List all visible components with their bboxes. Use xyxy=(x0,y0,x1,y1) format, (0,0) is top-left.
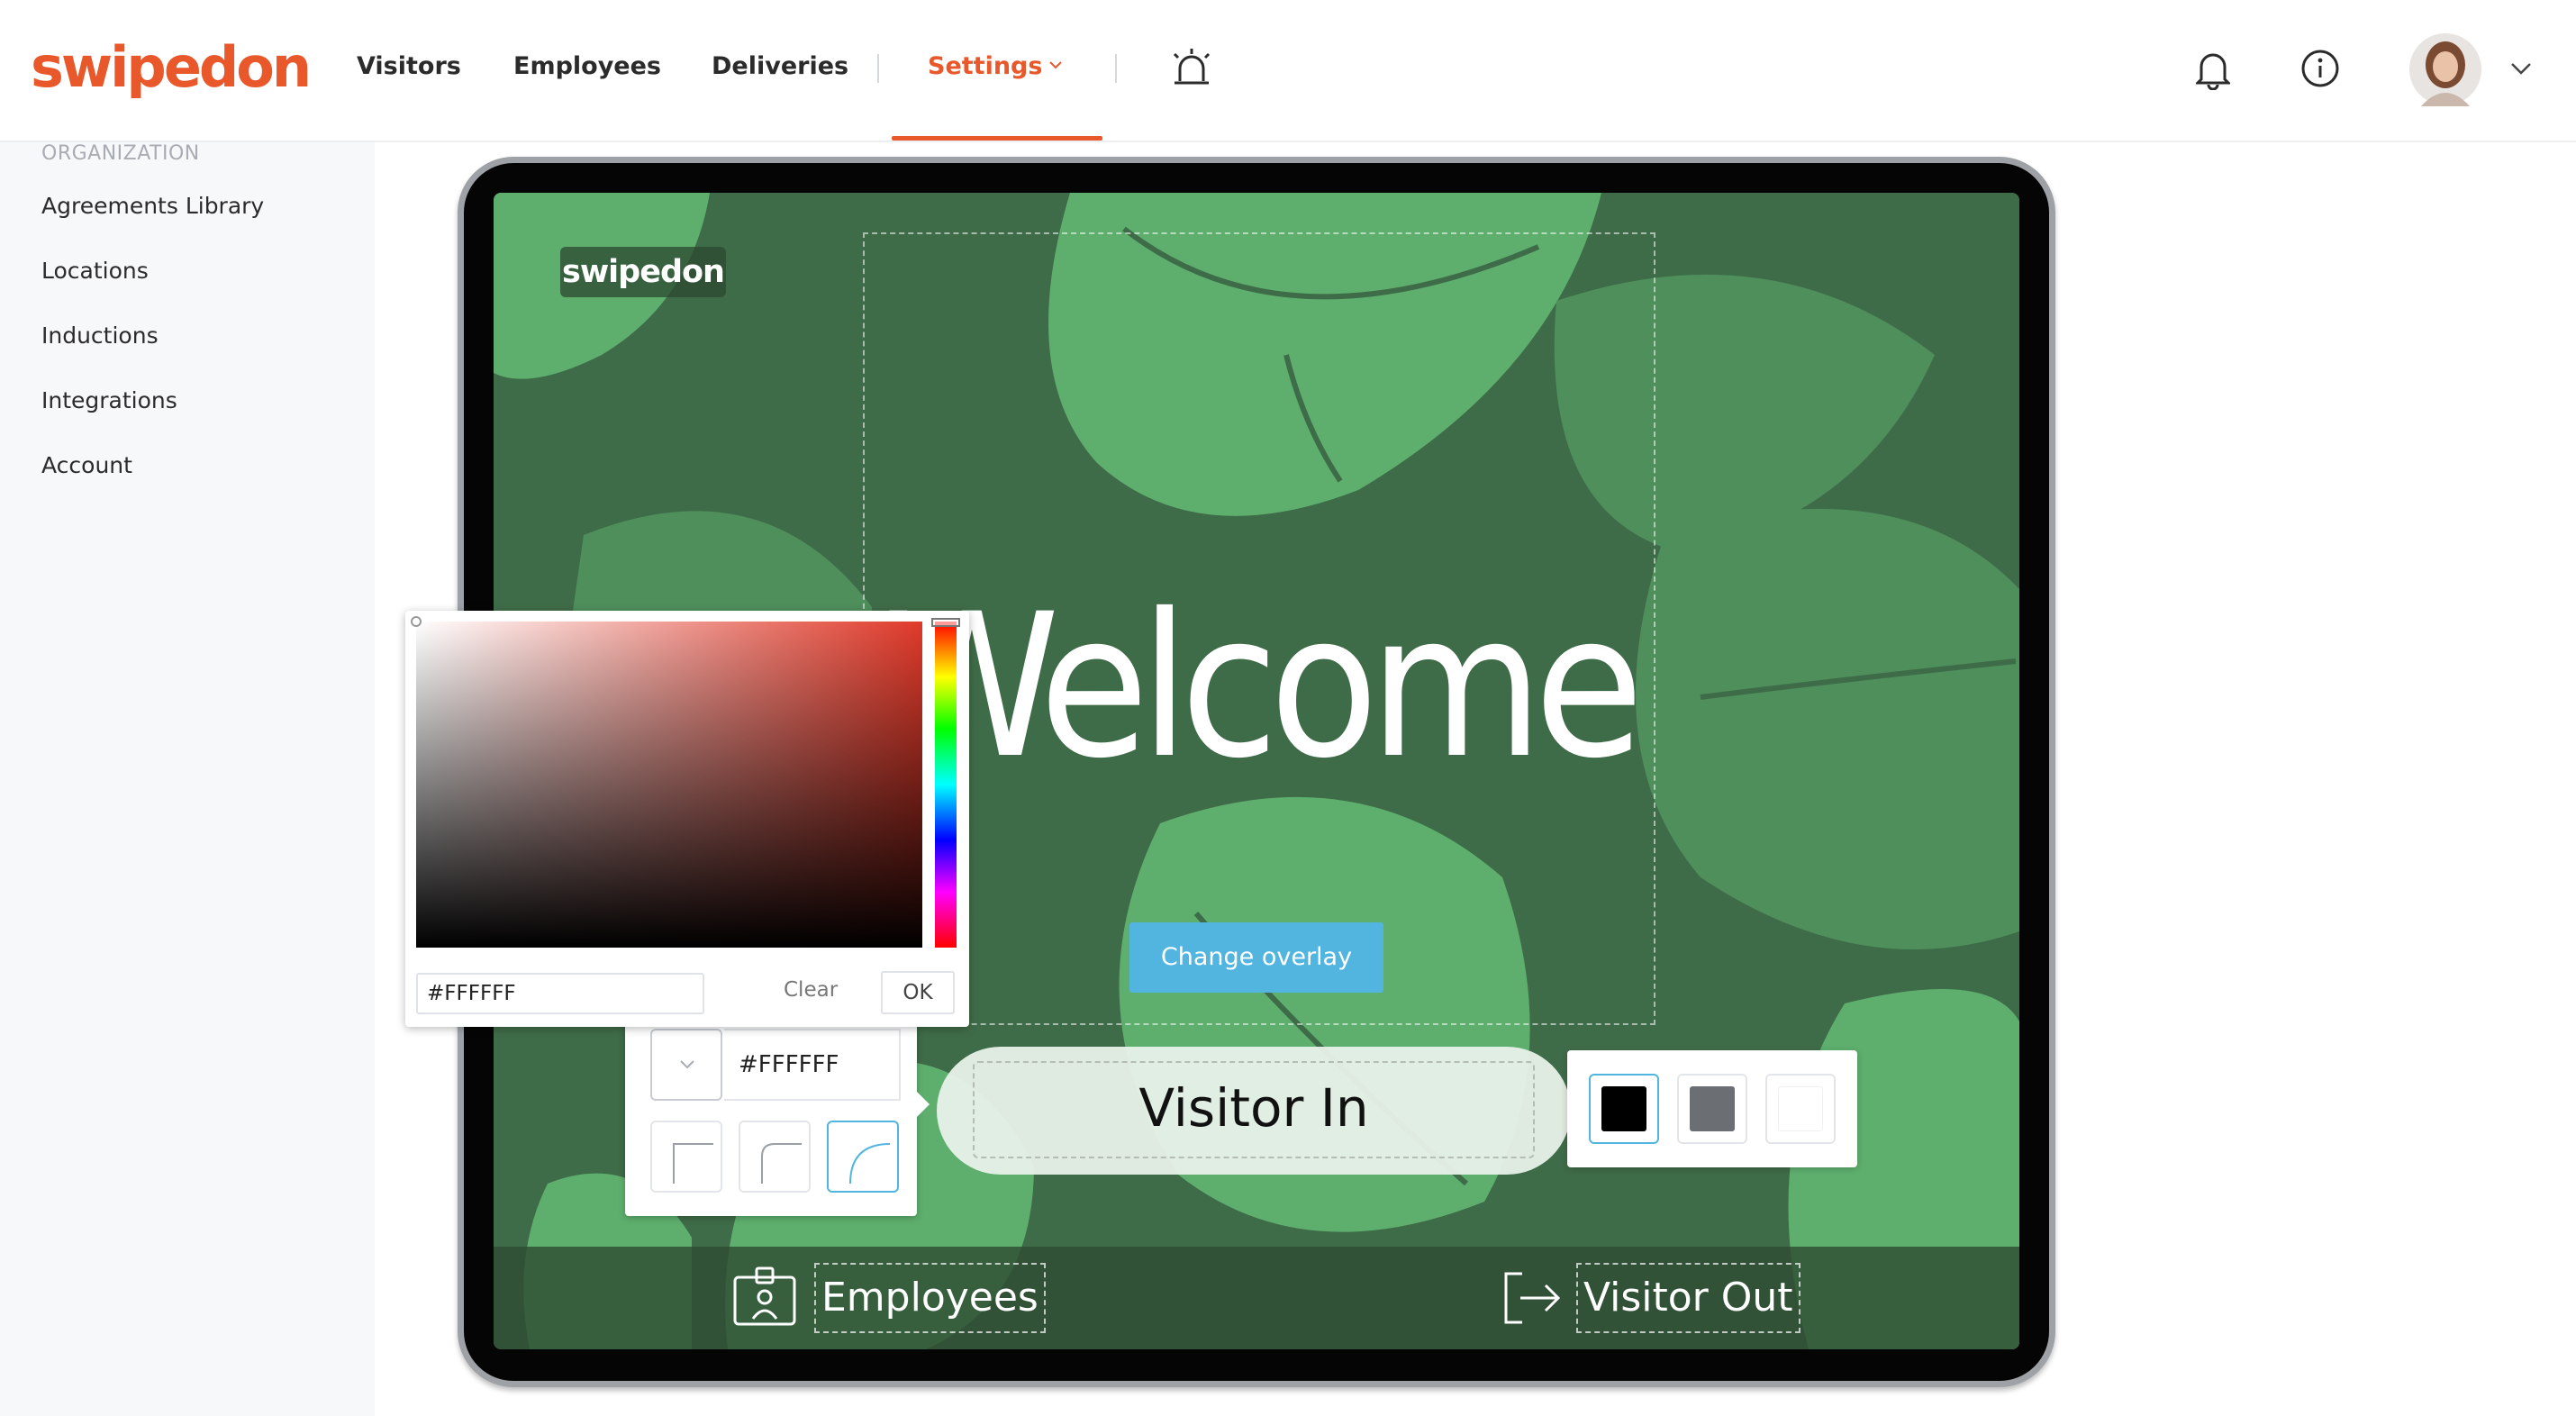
visitor-in-button[interactable]: Visitor In xyxy=(937,1047,1571,1175)
saturation-handle[interactable] xyxy=(411,616,422,627)
corner-round-button[interactable] xyxy=(827,1121,899,1193)
button-style-popover: #FFFFFF xyxy=(625,1018,930,1216)
corner-round-icon xyxy=(849,1143,891,1185)
sidebar-item-account[interactable]: Account xyxy=(41,452,132,478)
nav-active-indicator xyxy=(892,136,1102,141)
sign-out-icon xyxy=(1504,1272,1561,1324)
swatch-black xyxy=(1601,1086,1646,1131)
chevron-down-icon[interactable] xyxy=(2509,59,2533,77)
sidebar-item-locations[interactable]: Locations xyxy=(41,258,149,284)
hue-slider[interactable] xyxy=(935,622,957,948)
text-color-black[interactable] xyxy=(1589,1074,1659,1144)
hue-handle[interactable] xyxy=(931,618,960,627)
nav-employees[interactable]: Employees xyxy=(513,52,661,80)
nav-visitors[interactable]: Visitors xyxy=(357,52,461,80)
change-overlay-button[interactable]: Change overlay xyxy=(1129,922,1383,993)
chevron-down-icon[interactable] xyxy=(1047,56,1065,74)
swatch-gray xyxy=(1690,1086,1735,1131)
avatar[interactable] xyxy=(2408,32,2482,106)
text-color-gray[interactable] xyxy=(1677,1074,1747,1144)
bell-icon[interactable] xyxy=(2196,49,2230,90)
corner-square-button[interactable] xyxy=(650,1121,722,1193)
sidebar-item-integrations[interactable]: Integrations xyxy=(41,387,177,413)
color-picker: #FFFFFF Clear OK xyxy=(405,611,969,1027)
preview-logo: swipedon xyxy=(560,247,726,297)
alarm-icon[interactable] xyxy=(1167,47,1216,88)
sidebar-item-agreements-library[interactable]: Agreements Library xyxy=(41,193,264,219)
visitor-out-link[interactable]: Visitor Out xyxy=(1576,1263,1800,1333)
corner-rounded-icon xyxy=(761,1143,802,1184)
sidebar: ORGANIZATION Agreements Library Location… xyxy=(0,142,375,1416)
sidebar-heading: ORGANIZATION xyxy=(41,142,200,165)
sidebar-item-inductions[interactable]: Inductions xyxy=(41,322,159,349)
swipedon-logo[interactable]: swipedon xyxy=(31,34,312,100)
nav-settings[interactable]: Settings xyxy=(928,52,1042,80)
nav-separator xyxy=(1115,54,1117,83)
nav-separator xyxy=(877,54,879,83)
info-icon[interactable] xyxy=(2300,49,2340,88)
text-color-white[interactable] xyxy=(1765,1074,1836,1144)
picker-ok-button[interactable]: OK xyxy=(881,971,955,1014)
preview-bottom-bar: Employees Visitor Out xyxy=(494,1247,2019,1349)
corner-rounded-button[interactable] xyxy=(739,1121,811,1193)
top-nav: swipedon Visitors Employees Deliveries S… xyxy=(0,0,2576,142)
picker-clear-button[interactable]: Clear xyxy=(784,978,838,1002)
employee-badge-icon xyxy=(733,1266,796,1326)
nav-deliveries[interactable]: Deliveries xyxy=(712,52,848,80)
picker-hex-input[interactable]: #FFFFFF xyxy=(416,973,704,1014)
hex-color-field[interactable]: #FFFFFF xyxy=(724,1029,901,1101)
saturation-value-area[interactable] xyxy=(416,622,922,948)
text-color-popover xyxy=(1567,1050,1857,1167)
color-swatch-dropdown[interactable] xyxy=(650,1029,722,1101)
chevron-down-icon xyxy=(680,1060,694,1069)
swatch-white xyxy=(1778,1086,1823,1131)
corner-square-icon xyxy=(673,1143,713,1184)
visitor-in-label: Visitor In xyxy=(1138,1077,1369,1139)
employees-link[interactable]: Employees xyxy=(814,1263,1046,1333)
